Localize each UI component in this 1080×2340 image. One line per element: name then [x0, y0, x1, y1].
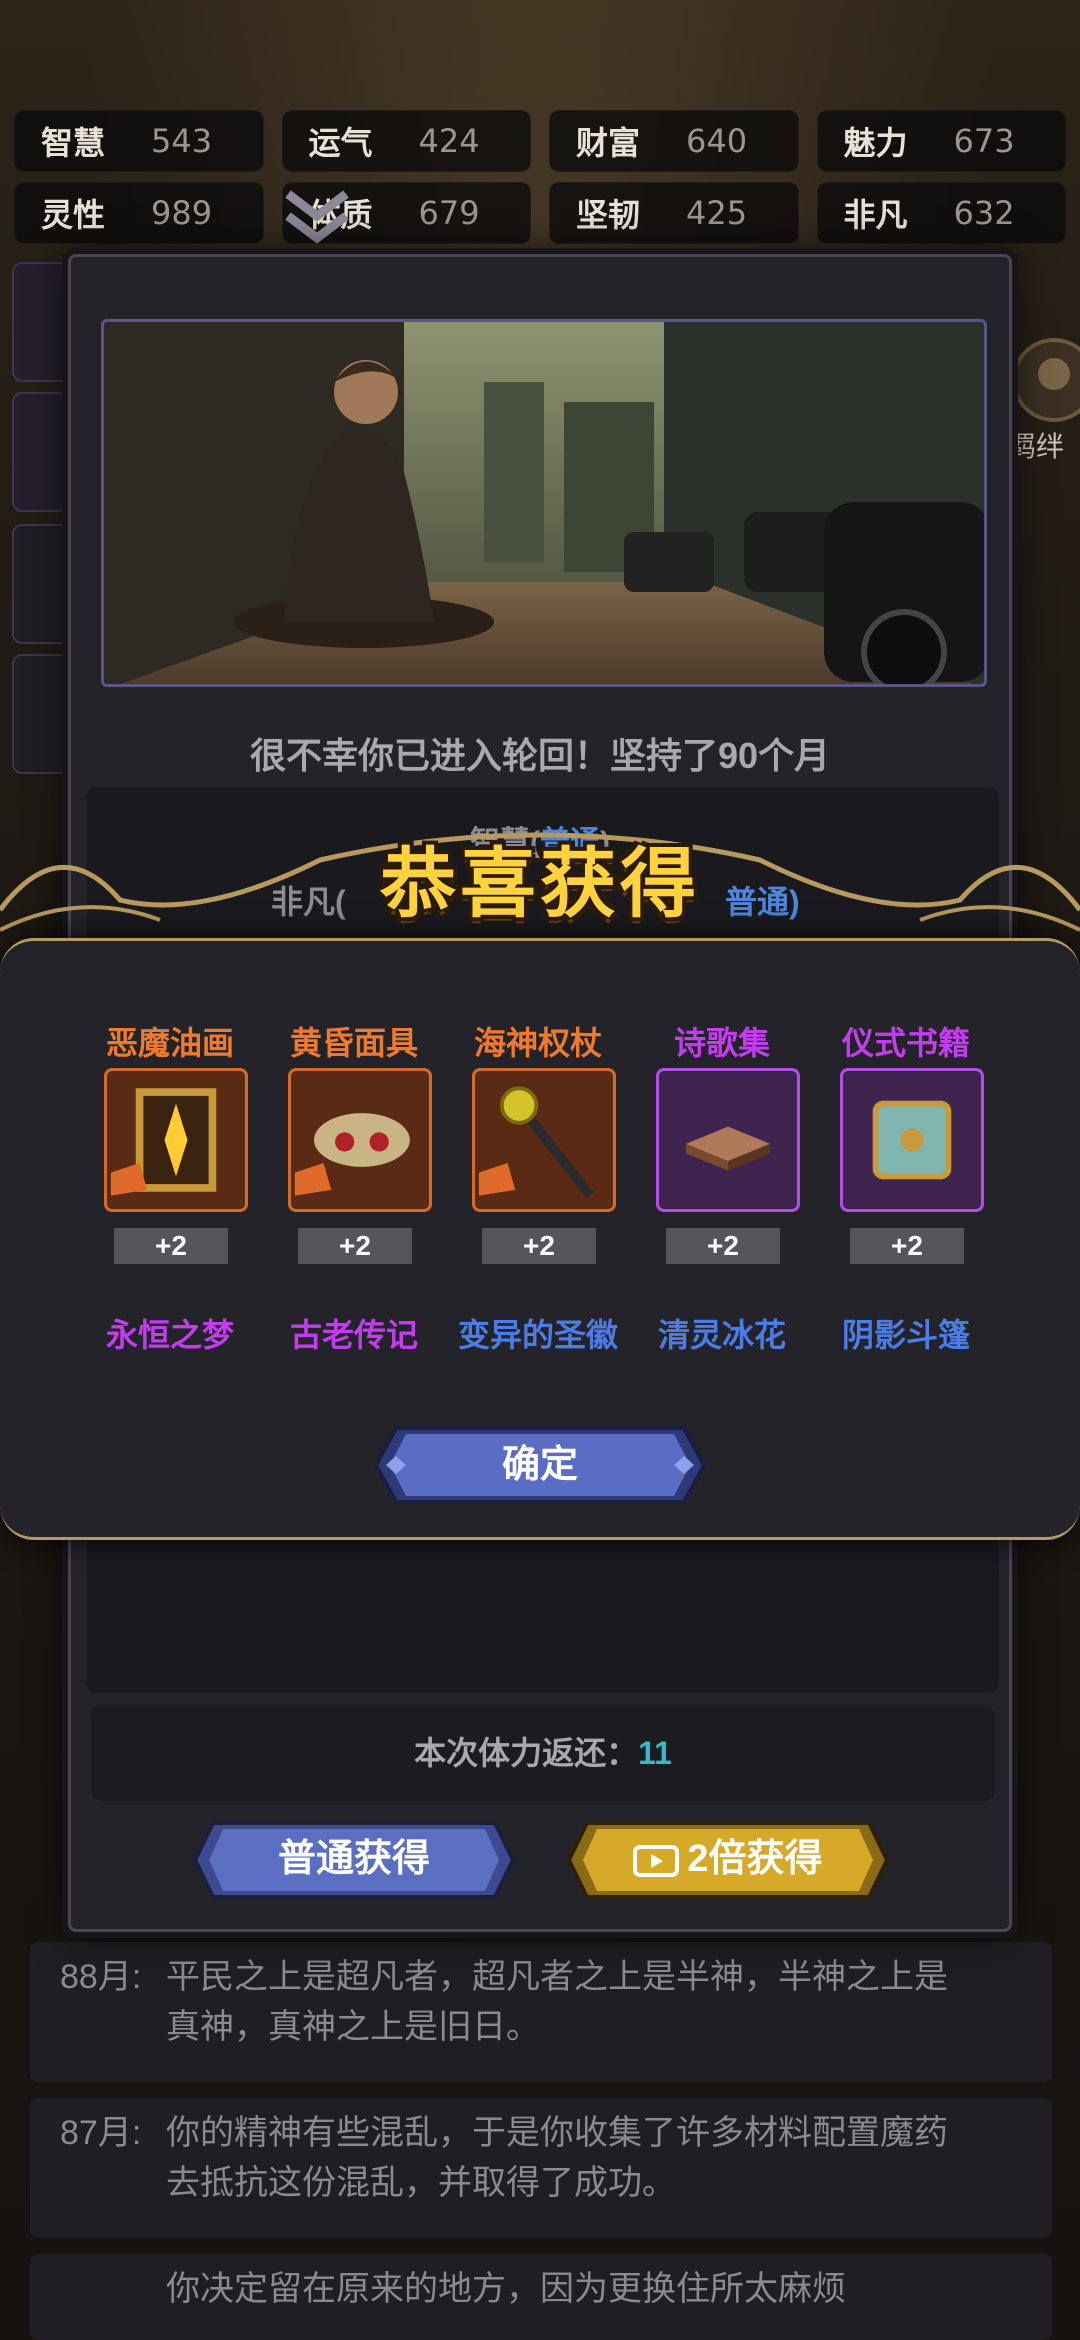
log-entry: 你决定留在原来的地方，因为更换住所太麻烦	[30, 2254, 1052, 2340]
stat-name: 魅力	[843, 125, 908, 161]
side-menu-icon[interactable]	[12, 262, 70, 382]
reward-item[interactable]: 诗歌集 +2	[630, 1018, 814, 1278]
collapse-chevron-icon[interactable]	[282, 186, 352, 246]
stamina-label: 本次体力返还：	[414, 1735, 639, 1771]
demon-painting-icon	[104, 1068, 248, 1212]
stat-value: 989	[151, 194, 213, 232]
stat-charm: 魅力 673	[816, 110, 1066, 172]
poetry-book-icon	[656, 1068, 800, 1212]
reward-text-item: 阴影斗篷	[841, 1317, 970, 1353]
bond-label: 羁绊	[1008, 431, 1065, 462]
video-ad-icon	[633, 1844, 680, 1877]
stat-name: 运气	[308, 125, 373, 161]
reward-text-item: 永恒之梦	[105, 1317, 234, 1353]
confirm-button[interactable]: 确定	[374, 1424, 706, 1506]
reward-item-name: 诗歌集	[673, 1025, 770, 1061]
log-entry: 88月: 平民之上是超凡者，超凡者之上是半神，半神之上是真神，真神之上是旧日。	[30, 1942, 1052, 2082]
log-text: 你决定留在原来的地方，因为更换住所太麻烦	[166, 2270, 846, 2308]
stamina-refund: 本次体力返还：11	[91, 1705, 995, 1801]
ritual-book-icon	[840, 1068, 984, 1212]
stat-value: 425	[686, 194, 748, 232]
log-month: 88月:	[60, 1958, 142, 1996]
stat-value: 424	[418, 122, 480, 160]
stat-value: 543	[151, 122, 213, 160]
reward-item-name: 恶魔油画	[105, 1025, 234, 1061]
reward-item-count: +2	[666, 1228, 780, 1264]
reward-item-count: +2	[114, 1228, 228, 1264]
log-text: 平民之上是超凡者，超凡者之上是半神，半神之上是真神，真神之上是旧日。	[166, 1958, 948, 2046]
log-month: 87月:	[60, 2114, 142, 2152]
double-claim-text: 2倍获得	[687, 1838, 823, 1880]
reward-text-item: 古老传记	[289, 1317, 418, 1353]
stat-toughness: 坚韧 425	[549, 182, 799, 244]
log-text: 你的精神有些混乱，于是你收集了许多材料配置魔药去抵抗这份混乱，并取得了成功。	[166, 2114, 948, 2202]
reward-item-count: +2	[850, 1228, 964, 1264]
stat-name: 智慧	[41, 125, 106, 161]
reward-item-count: +2	[298, 1228, 412, 1264]
log-entry: 87月: 你的精神有些混乱，于是你收集了许多材料配置魔药去抵抗这份混乱，并取得了成…	[30, 2098, 1052, 2238]
stat-luck: 运气 424	[281, 110, 531, 172]
stat-name: 坚韧	[576, 197, 641, 233]
stamina-value: 11	[638, 1735, 672, 1771]
stat-name: 非凡	[843, 197, 908, 233]
reward-item[interactable]: 恶魔油画 +2	[78, 1018, 262, 1278]
normal-claim-label: 普通获得	[277, 1838, 430, 1880]
sea-god-scepter-icon	[472, 1068, 616, 1212]
reward-text-item: 变异的圣徽	[457, 1317, 618, 1353]
double-claim-button[interactable]: 2倍获得	[567, 1819, 889, 1901]
reward-item-name: 仪式书籍	[841, 1025, 970, 1061]
reward-title: 恭喜获得	[380, 842, 700, 927]
stat-extraordinary: 非凡 632	[816, 182, 1066, 244]
normal-claim-button[interactable]: 普通获得	[193, 1819, 515, 1901]
reward-item-name: 海神权杖	[473, 1025, 602, 1061]
stat-value: 673	[953, 122, 1015, 160]
bond-avatar-icon[interactable]	[1004, 330, 1080, 430]
story-illustration	[101, 319, 987, 687]
reward-item-count: +2	[482, 1228, 596, 1264]
stat-name: 灵性	[41, 197, 106, 233]
stat-wisdom: 智慧 543	[14, 110, 264, 172]
reward-item[interactable]: 仪式书籍 +2	[814, 1018, 998, 1278]
reward-item[interactable]: 海神权杖 +2	[446, 1018, 630, 1278]
result-message: 很不幸你已进入轮回！坚持了90个月	[249, 735, 831, 776]
stat-value: 679	[418, 194, 480, 232]
dusk-mask-icon	[288, 1068, 432, 1212]
side-menu-icon[interactable]	[12, 524, 70, 644]
stat-name: 财富	[576, 125, 641, 161]
reward-item-name: 黄昏面具	[289, 1025, 418, 1061]
stat-spirituality: 灵性 989	[14, 182, 264, 244]
stat-value: 640	[686, 122, 748, 160]
side-menu-icon[interactable]	[12, 392, 70, 512]
double-claim-label: 2倍获得	[633, 1838, 823, 1880]
stat-wealth: 财富 640	[549, 110, 799, 172]
stat-value: 632	[953, 194, 1015, 232]
side-menu-icon[interactable]	[12, 654, 70, 774]
stats-grid: 智慧 543 运气 424 财富 640 魅力 673 灵性 989 体质 679 坚韧 42…	[14, 110, 1066, 244]
reward-text-item: 清灵冰花	[657, 1317, 786, 1353]
confirm-label: 确定	[501, 1444, 578, 1486]
reward-item[interactable]: 黄昏面具 +2	[262, 1018, 446, 1278]
